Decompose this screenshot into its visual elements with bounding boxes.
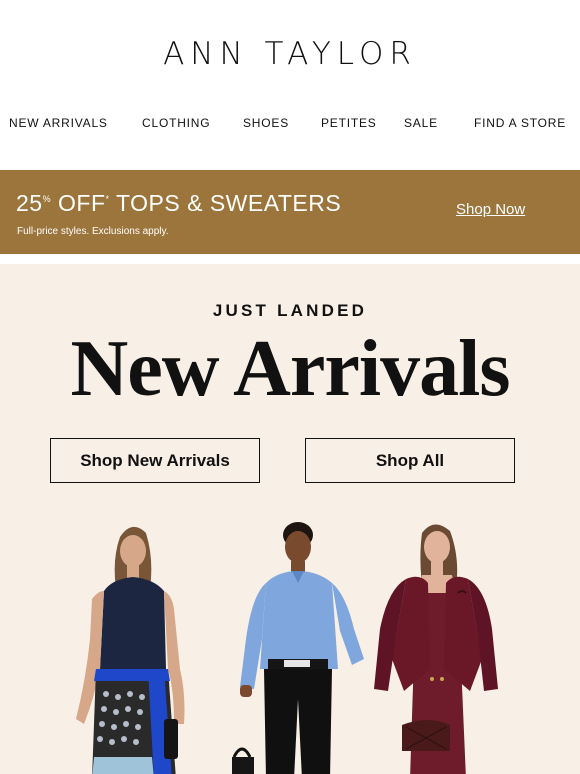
section-spacer (0, 254, 580, 264)
nav-item-find-a-store[interactable]: FIND A STORE (474, 116, 566, 130)
promo-percent-sign: % (42, 194, 52, 204)
brand-logo[interactable]: ANN TAYLOR (0, 36, 580, 72)
promo-headline: 25% OFF* TOPS & SWEATERS (16, 190, 341, 217)
nav-item-petites[interactable]: PETITES (321, 116, 377, 130)
model-image-blue-shirt[interactable] (228, 519, 368, 774)
promo-category: TOPS & SWEATERS (109, 190, 342, 216)
email-header: ANN TAYLOR NEW ARRIVALS CLOTHING SHOES P… (0, 0, 580, 170)
promo-off: OFF (51, 190, 106, 216)
nav-item-new-arrivals[interactable]: NEW ARRIVALS (9, 116, 108, 130)
hero-section: JUST LANDED New Arrivals Shop New Arriva… (0, 264, 580, 774)
model-image-navy-top[interactable] (68, 519, 198, 774)
hero-title: New Arrivals (70, 325, 510, 413)
promo-percent: 25 (16, 190, 43, 216)
nav-item-clothing[interactable]: CLOTHING (142, 116, 210, 130)
promo-subtext: Full-price styles. Exclusions apply. (17, 226, 169, 237)
model-image-burgundy-blazer[interactable] (366, 519, 506, 774)
nav-item-sale[interactable]: SALE (404, 116, 438, 130)
promo-banner[interactable]: 25% OFF* TOPS & SWEATERS Full-price styl… (0, 170, 580, 254)
shop-all-button[interactable]: Shop All (305, 438, 515, 483)
nav-item-shoes[interactable]: SHOES (243, 116, 289, 130)
main-nav: NEW ARRIVALS CLOTHING SHOES PETITES SALE… (0, 116, 580, 136)
hero-eyebrow: JUST LANDED (212, 301, 368, 320)
promo-shop-now-link[interactable]: Shop Now (456, 201, 525, 218)
shop-new-arrivals-button[interactable]: Shop New Arrivals (50, 438, 260, 483)
